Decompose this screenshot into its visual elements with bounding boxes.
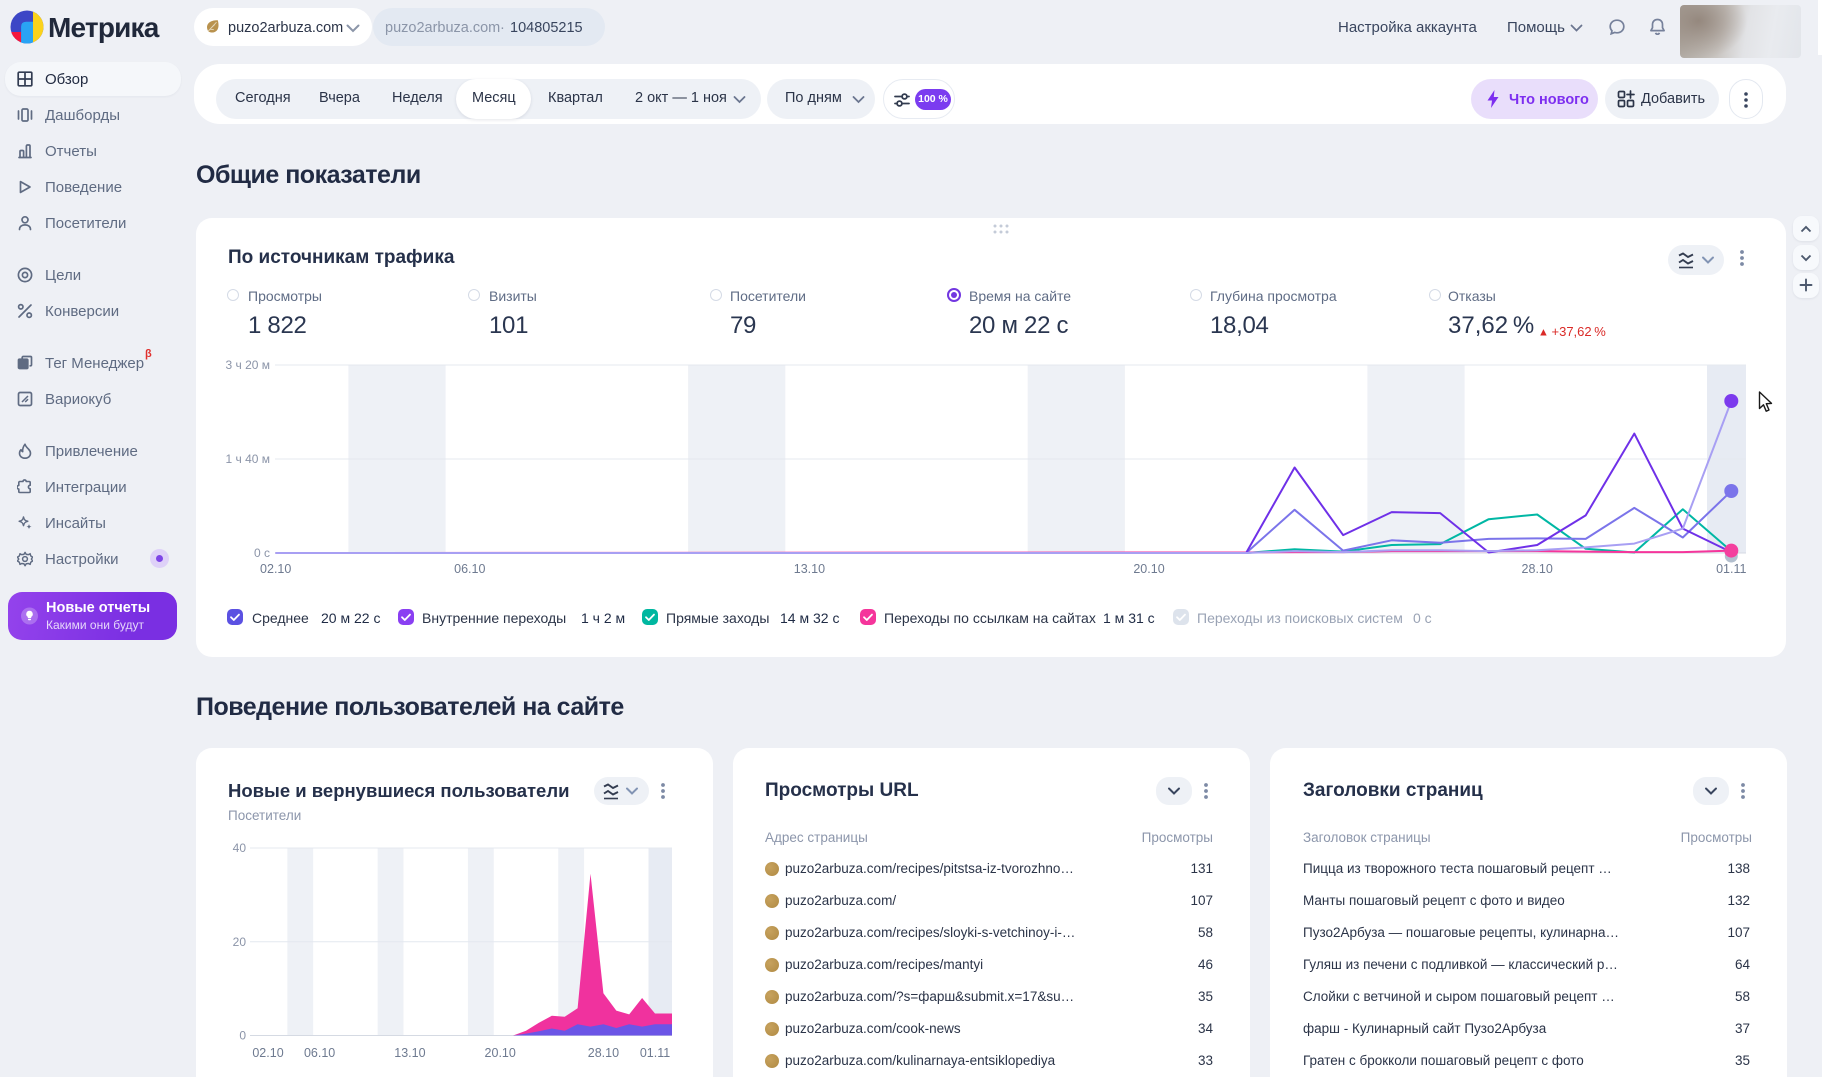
svg-text:20.10: 20.10 <box>485 1046 516 1060</box>
svg-text:28.10: 28.10 <box>588 1046 619 1060</box>
svg-text:0 с: 0 с <box>254 546 270 560</box>
svg-text:0: 0 <box>239 1029 246 1043</box>
svg-text:20.10: 20.10 <box>1133 562 1164 576</box>
svg-text:3 ч 20 м: 3 ч 20 м <box>225 358 270 372</box>
svg-text:01.11: 01.11 <box>640 1046 670 1060</box>
svg-text:06.10: 06.10 <box>304 1046 335 1060</box>
svg-text:1 ч 40 м: 1 ч 40 м <box>225 452 270 466</box>
svg-text:02.10: 02.10 <box>252 1046 283 1060</box>
svg-text:20: 20 <box>233 935 247 949</box>
svg-text:06.10: 06.10 <box>454 562 485 576</box>
svg-text:02.10: 02.10 <box>260 562 291 576</box>
svg-text:13.10: 13.10 <box>794 562 825 576</box>
svg-text:01.11: 01.11 <box>1716 562 1746 576</box>
svg-text:28.10: 28.10 <box>1522 562 1553 576</box>
svg-text:40: 40 <box>233 841 247 855</box>
svg-text:13.10: 13.10 <box>394 1046 425 1060</box>
